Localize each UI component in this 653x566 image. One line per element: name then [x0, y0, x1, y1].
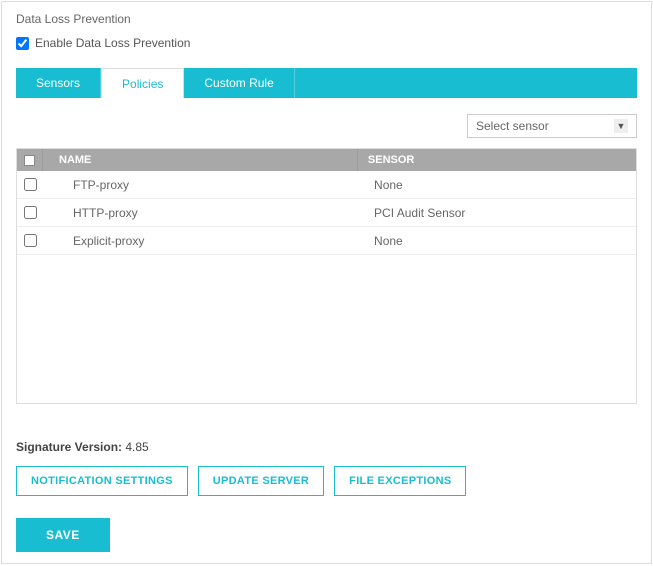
row-checkbox[interactable]	[24, 206, 37, 219]
page-title: Data Loss Prevention	[16, 12, 637, 26]
tab-label: Policies	[122, 77, 163, 91]
sensor-select-row: Select sensor ▼	[16, 114, 637, 138]
file-exceptions-button[interactable]: FILE EXCEPTIONS	[334, 466, 466, 496]
policies-table: NAME SENSOR FTP-proxy None HTTP-proxy PC…	[16, 148, 637, 404]
tab-sensors[interactable]: Sensors	[16, 68, 101, 98]
enable-label: Enable Data Loss Prevention	[35, 36, 190, 50]
tab-label: Sensors	[36, 76, 80, 90]
tab-label: Custom Rule	[204, 76, 273, 90]
cell-sensor: None	[364, 178, 636, 192]
update-server-button[interactable]: UPDATE SERVER	[198, 466, 324, 496]
cell-name: HTTP-proxy	[43, 206, 364, 220]
checkbox-icon	[24, 155, 35, 166]
tabbar: Sensors Policies Custom Rule	[16, 68, 637, 98]
cell-name: FTP-proxy	[43, 178, 364, 192]
save-button[interactable]: SAVE	[16, 518, 110, 552]
row-checkbox[interactable]	[24, 178, 37, 191]
table-body: FTP-proxy None HTTP-proxy PCI Audit Sens…	[17, 171, 636, 403]
col-sensor: SENSOR	[358, 149, 636, 171]
table-row[interactable]: Explicit-proxy None	[17, 227, 636, 255]
signature-label: Signature Version:	[16, 440, 122, 454]
tab-policies[interactable]: Policies	[101, 68, 184, 98]
save-row: SAVE	[16, 518, 637, 552]
sensor-select-label: Select sensor	[476, 119, 549, 133]
chevron-down-icon: ▼	[614, 119, 628, 133]
cell-sensor: PCI Audit Sensor	[364, 206, 636, 220]
table-header: NAME SENSOR	[17, 149, 636, 171]
col-name: NAME	[43, 149, 358, 171]
cell-sensor: None	[364, 234, 636, 248]
tab-filler	[295, 68, 637, 98]
cell-name: Explicit-proxy	[43, 234, 364, 248]
signature-value: 4.85	[125, 440, 148, 454]
select-all-cell[interactable]	[17, 149, 43, 171]
enable-checkbox[interactable]	[16, 37, 29, 50]
action-buttons-row: NOTIFICATION SETTINGS UPDATE SERVER FILE…	[16, 466, 637, 496]
table-row[interactable]: FTP-proxy None	[17, 171, 636, 199]
tab-custom-rule[interactable]: Custom Rule	[184, 68, 294, 98]
notification-settings-button[interactable]: NOTIFICATION SETTINGS	[16, 466, 188, 496]
enable-row: Enable Data Loss Prevention	[16, 36, 637, 50]
row-checkbox[interactable]	[24, 234, 37, 247]
sensor-select[interactable]: Select sensor ▼	[467, 114, 637, 138]
dlp-panel: Data Loss Prevention Enable Data Loss Pr…	[1, 1, 652, 564]
signature-version: Signature Version: 4.85	[16, 440, 637, 454]
table-row[interactable]: HTTP-proxy PCI Audit Sensor	[17, 199, 636, 227]
